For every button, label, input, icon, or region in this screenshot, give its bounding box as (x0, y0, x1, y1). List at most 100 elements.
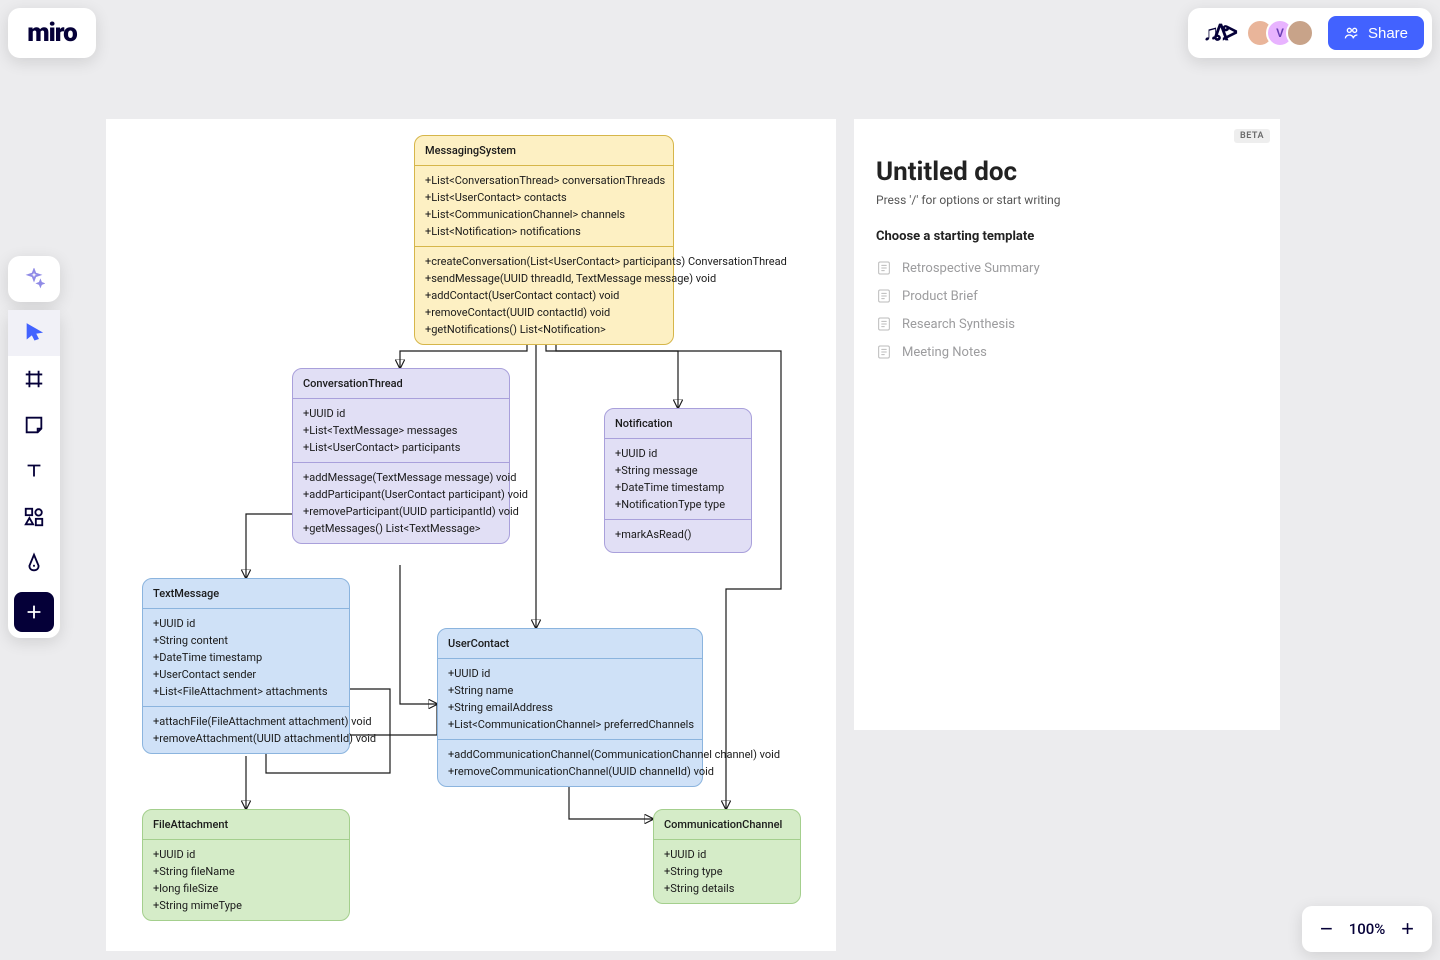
zoom-in-button[interactable]: + (1395, 917, 1420, 941)
template-option[interactable]: Product Brief (876, 282, 1258, 310)
share-label: Share (1368, 25, 1408, 42)
diagram-canvas[interactable]: MessagingSystem +List<ConversationThread… (106, 119, 836, 951)
document-panel[interactable]: BETA Untitled doc Press '/' for options … (854, 119, 1280, 730)
uml-attribute: +String emailAddress (448, 699, 692, 716)
uml-class-name: FileAttachment (143, 810, 349, 840)
uml-attribute: +List<FileAttachment> attachments (153, 683, 339, 700)
people-icon (1344, 25, 1360, 41)
zoom-control: − 100% + (1302, 906, 1432, 952)
uml-class-user-contact[interactable]: UserContact +UUID id+String name+String … (437, 628, 703, 787)
uml-attribute: +NotificationType type (615, 496, 741, 513)
uml-attribute: +UUID id (153, 846, 339, 863)
template-label: Meeting Notes (902, 345, 987, 360)
uml-attributes: +List<ConversationThread> conversationTh… (415, 166, 673, 247)
uml-attribute: +String mimeType (153, 897, 339, 914)
uml-attribute: +List<Notification> notifications (425, 223, 663, 240)
ai-sparkle-tool[interactable] (8, 256, 60, 302)
doc-title[interactable]: Untitled doc (876, 157, 1258, 187)
uml-class-text-message[interactable]: TextMessage +UUID id+String content+Date… (142, 578, 350, 754)
text-tool[interactable] (8, 448, 60, 494)
template-label: Product Brief (902, 289, 978, 304)
uml-attribute: +String fileName (153, 863, 339, 880)
uml-attribute: +List<UserContact> participants (303, 439, 499, 456)
uml-class-communication-channel[interactable]: CommunicationChannel +UUID id+String typ… (653, 809, 801, 904)
select-tool[interactable] (8, 310, 60, 356)
miro-logo[interactable]: miro (8, 8, 96, 58)
share-button[interactable]: Share (1328, 16, 1424, 50)
uml-operation: +addMessage(TextMessage message) void (303, 469, 499, 486)
uml-attribute: +UserContact sender (153, 666, 339, 683)
doc-icon (876, 288, 892, 304)
add-more-tool[interactable] (14, 592, 54, 632)
doc-icon (876, 344, 892, 360)
zoom-level[interactable]: 100% (1349, 920, 1386, 938)
uml-attributes: +UUID id+String content+DateTime timesta… (143, 609, 349, 707)
template-option[interactable]: Meeting Notes (876, 338, 1258, 366)
uml-attributes: +UUID id+String name+String emailAddress… (438, 659, 702, 740)
uml-attribute: +String name (448, 682, 692, 699)
uml-operation: +removeContact(UUID contactId) void (425, 304, 663, 321)
shapes-tool[interactable] (8, 494, 60, 540)
template-option[interactable]: Retrospective Summary (876, 254, 1258, 282)
zoom-out-button[interactable]: − (1314, 917, 1339, 941)
uml-attribute: +UUID id (153, 615, 339, 632)
uml-attribute: +DateTime timestamp (153, 649, 339, 666)
doc-icon (876, 316, 892, 332)
uml-operation: +getNotifications() List<Notification> (425, 321, 663, 338)
uml-class-notification[interactable]: Notification +UUID id+String message+Dat… (604, 408, 752, 553)
uml-attribute: +List<TextMessage> messages (303, 422, 499, 439)
uml-class-conversation-thread[interactable]: ConversationThread +UUID id+List<TextMes… (292, 368, 510, 544)
uml-class-name: ConversationThread (293, 369, 509, 399)
uml-attribute: +UUID id (615, 445, 741, 462)
uml-attribute: +String type (664, 863, 790, 880)
uml-class-messaging-system[interactable]: MessagingSystem +List<ConversationThread… (414, 135, 674, 345)
template-label: Retrospective Summary (902, 261, 1040, 276)
uml-class-name: TextMessage (143, 579, 349, 609)
top-right-bar: ♫ᕕᕗ V Share (1188, 8, 1432, 58)
uml-attribute: +long fileSize (153, 880, 339, 897)
doc-icon (876, 260, 892, 276)
uml-attribute: +List<CommunicationChannel> channels (425, 206, 663, 223)
uml-attribute: +DateTime timestamp (615, 479, 741, 496)
pen-tool[interactable] (8, 540, 60, 586)
uml-attributes: +UUID id+String message+DateTime timesta… (605, 439, 751, 520)
uml-operation: +markAsRead() (615, 526, 741, 543)
uml-attribute: +UUID id (664, 846, 790, 863)
uml-attribute: +List<UserContact> contacts (425, 189, 663, 206)
uml-class-file-attachment[interactable]: FileAttachment +UUID id+String fileName+… (142, 809, 350, 921)
uml-attributes: +UUID id+String type+String details (654, 840, 800, 903)
uml-operation: +addParticipant(UserContact participant)… (303, 486, 499, 503)
uml-attribute: +List<ConversationThread> conversationTh… (425, 172, 663, 189)
uml-operation: +attachFile(FileAttachment attachment) v… (153, 713, 339, 730)
uml-operation: +sendMessage(UUID threadId, TextMessage … (425, 270, 663, 287)
collaborator-avatars[interactable]: V (1246, 19, 1314, 47)
uml-operation: +removeParticipant(UUID participantId) v… (303, 503, 499, 520)
frame-tool[interactable] (8, 356, 60, 402)
uml-attribute: +String details (664, 880, 790, 897)
emoji-reactions-icon[interactable]: ♫ᕕᕗ (1202, 20, 1232, 46)
avatar[interactable] (1286, 19, 1314, 47)
sticky-note-tool[interactable] (8, 402, 60, 448)
uml-operations: +markAsRead() (605, 520, 751, 552)
template-label: Research Synthesis (902, 317, 1015, 332)
uml-operation: +removeAttachment(UUID attachmentId) voi… (153, 730, 339, 747)
uml-operation: +removeCommunicationChannel(UUID channel… (448, 763, 692, 780)
uml-attribute: +UUID id (303, 405, 499, 422)
uml-operations: +createConversation(List<UserContact> pa… (415, 247, 673, 344)
uml-operation: +getMessages() List<TextMessage> (303, 520, 499, 537)
uml-attributes: +UUID id+String fileName+long fileSize+S… (143, 840, 349, 920)
uml-attribute: +List<CommunicationChannel> preferredCha… (448, 716, 692, 733)
left-toolbar (8, 256, 60, 638)
uml-attributes: +UUID id+List<TextMessage> messages+List… (293, 399, 509, 463)
uml-class-name: Notification (605, 409, 751, 439)
template-option[interactable]: Research Synthesis (876, 310, 1258, 338)
uml-operations: +addCommunicationChannel(CommunicationCh… (438, 740, 702, 786)
uml-attribute: +String content (153, 632, 339, 649)
uml-operations: +attachFile(FileAttachment attachment) v… (143, 707, 349, 753)
uml-attribute: +UUID id (448, 665, 692, 682)
uml-operation: +createConversation(List<UserContact> pa… (425, 253, 663, 270)
uml-class-name: UserContact (438, 629, 702, 659)
beta-badge: BETA (1234, 129, 1270, 143)
uml-class-name: MessagingSystem (415, 136, 673, 166)
doc-hint: Press '/' for options or start writing (876, 193, 1258, 207)
